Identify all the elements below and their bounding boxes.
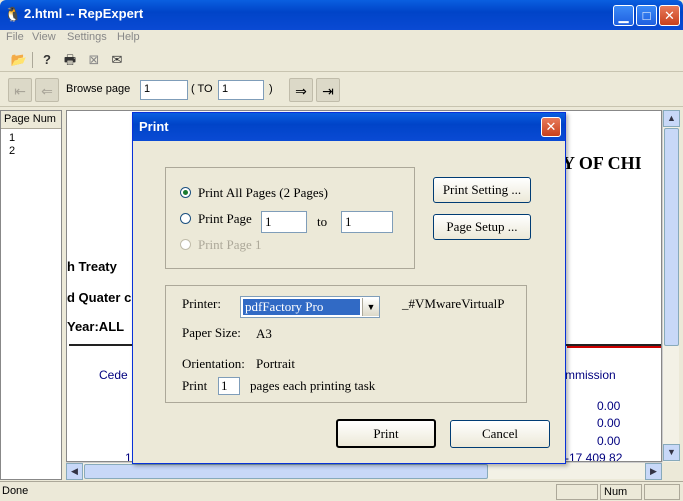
- minimize-button[interactable]: ▁: [613, 5, 634, 26]
- scroll-down-icon[interactable]: ▼: [663, 444, 680, 461]
- page-list-item[interactable]: 2: [9, 145, 15, 157]
- maximize-button[interactable]: □: [636, 5, 657, 26]
- last-page-button[interactable]: ⇥: [316, 78, 340, 102]
- toolbar: 📂 ? 🖶 ⊠ ✉: [0, 48, 683, 72]
- printer-selected-value: pdfFactory Pro: [243, 299, 360, 315]
- scroll-right-icon[interactable]: ▶: [645, 463, 662, 480]
- dropdown-arrow-icon[interactable]: ▼: [362, 298, 379, 316]
- print-range-group: Print All Pages (2 Pages) Print Page 1 t…: [165, 167, 415, 269]
- report-accent-line: [567, 346, 661, 348]
- navigation-bar: ⇤ ⇐ Browse page 1 ( TO 1 ) ⇒ ⇥: [0, 73, 683, 107]
- page-setup-button[interactable]: Page Setup ...: [433, 214, 531, 240]
- value-cell: 0.00: [597, 399, 621, 413]
- cancel-button[interactable]: Cancel: [450, 420, 550, 448]
- radio-print-all[interactable]: [180, 187, 191, 198]
- menu-view[interactable]: View: [32, 31, 56, 43]
- toolbar-divider: [32, 52, 33, 68]
- orientation-value: Portrait: [256, 356, 295, 371]
- printer-icon[interactable]: 🖶: [61, 51, 79, 69]
- report-title: Y OF CHI: [562, 153, 642, 173]
- close-report-icon[interactable]: ⊠: [85, 51, 103, 69]
- status-panel: [644, 484, 680, 500]
- status-bar: Done Num: [0, 481, 683, 501]
- printer-group: Printer: pdfFactory Pro ▼ _#VMwareVirtua…: [165, 285, 527, 403]
- dialog-title: Print: [133, 113, 565, 141]
- paper-size-value: A3: [256, 326, 272, 341]
- scroll-up-icon[interactable]: ▲: [663, 110, 680, 127]
- pages-per-task-label: pages each printing task: [250, 378, 376, 393]
- to-label: ( TO: [191, 83, 213, 95]
- mail-icon[interactable]: ✉: [108, 51, 126, 69]
- print-page1-label[interactable]: Print Page 1: [198, 237, 262, 253]
- menu-file[interactable]: File: [6, 31, 24, 43]
- partial-right-value: -17 409 82: [565, 451, 623, 462]
- penguin-icon: 🐧: [4, 6, 22, 22]
- next-page-button[interactable]: ⇒: [289, 78, 313, 102]
- orientation-label: Orientation:: [182, 356, 245, 371]
- horizontal-scroll-thumb[interactable]: [84, 464, 488, 479]
- first-page-button[interactable]: ⇤: [8, 78, 32, 102]
- close-button[interactable]: ✕: [659, 5, 680, 26]
- print-all-label[interactable]: Print All Pages (2 Pages): [198, 185, 328, 201]
- radio-print-page[interactable]: [180, 213, 191, 224]
- value-cell: 0.00: [597, 434, 621, 448]
- value-cell: 0.00: [597, 416, 621, 430]
- status-panel: [556, 484, 598, 500]
- report-line-year: Year:ALL: [67, 319, 125, 334]
- num-lock-indicator: Num: [600, 484, 642, 500]
- paper-size-label: Paper Size:: [182, 325, 241, 340]
- title-bar: 🐧 2.html -- RepExpert ▁ □ ✕: [0, 0, 683, 30]
- report-line-treaty: h Treaty: [67, 259, 117, 274]
- print-page-from-input[interactable]: 1: [261, 211, 307, 233]
- pages-per-task-input[interactable]: 1: [218, 377, 240, 395]
- menu-help[interactable]: Help: [117, 31, 140, 43]
- browse-page-label: Browse page: [66, 83, 131, 95]
- print-count-label: Print: [182, 378, 208, 393]
- to-label: to: [317, 214, 328, 229]
- print-setting-button[interactable]: Print Setting ...: [433, 177, 531, 203]
- status-text: Done: [2, 485, 29, 497]
- page-list-pane: Page Num 1 2: [0, 110, 62, 480]
- open-folder-icon[interactable]: 📂: [10, 51, 28, 69]
- menu-bar: File View Settings Help: [0, 30, 683, 48]
- vertical-scroll-thumb[interactable]: [664, 128, 679, 346]
- page-num-header[interactable]: Page Num: [1, 111, 61, 129]
- vertical-scrollbar[interactable]: ▲ ▼: [662, 110, 680, 462]
- column-commission: mmission: [565, 368, 616, 382]
- prev-page-button[interactable]: ⇐: [35, 78, 59, 102]
- scroll-left-icon[interactable]: ◀: [66, 463, 83, 480]
- window-title: 2.html -- RepExpert: [24, 6, 144, 21]
- menu-settings[interactable]: Settings: [67, 31, 107, 43]
- column-cede: Cede: [99, 368, 128, 382]
- help-icon[interactable]: ?: [38, 51, 56, 69]
- report-line-quarter: d Quater c: [67, 290, 132, 305]
- print-page-label[interactable]: Print Page: [198, 211, 252, 227]
- radio-print-page1[interactable]: [180, 239, 191, 250]
- print-dialog: Print ✕ Print All Pages (2 Pages) Print …: [132, 112, 566, 464]
- print-button[interactable]: Print: [336, 419, 436, 448]
- printer-select[interactable]: pdfFactory Pro ▼: [240, 296, 380, 318]
- close-paren-label: ): [269, 83, 273, 95]
- page-to-input[interactable]: 1: [218, 80, 264, 100]
- printer-label: Printer:: [182, 296, 221, 311]
- horizontal-scrollbar[interactable]: ◀ ▶: [66, 462, 662, 480]
- print-page-to-input[interactable]: 1: [341, 211, 393, 233]
- page-from-input[interactable]: 1: [140, 80, 188, 100]
- printer-extra-label: _#VMwareVirtualP: [402, 296, 505, 311]
- partial-left-value: 1: [125, 451, 132, 462]
- page-list-item[interactable]: 1: [9, 132, 15, 144]
- dialog-close-button[interactable]: ✕: [541, 117, 561, 137]
